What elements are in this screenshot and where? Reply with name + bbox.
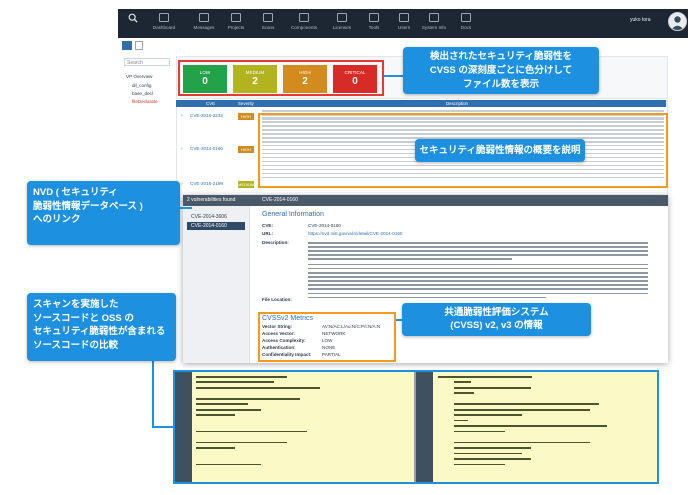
cve-value: CVE-2014-0160 [308,223,341,228]
nav-scans[interactable]: Scans [250,13,286,30]
top-navigation-bar: Dashboard Messages Projects Scans Compon… [118,9,688,38]
callout-code-compare: スキャンを実施した ソースコードと OSS の セキュリティ脆弱性が含まれる ソ… [27,293,176,361]
user-name[interactable]: yuko tora [630,17,651,23]
callout-connector [152,426,174,428]
vulnerability-list-item-selected[interactable]: CVE-2014-0160 [187,222,245,230]
cvss-value: PARTIAL [322,352,341,357]
nav-components[interactable]: Components [286,13,322,30]
dashboard-icon [159,13,169,22]
expand-icon[interactable]: › [181,146,183,152]
table-row-cve[interactable]: CVE-2016-2232 [190,113,223,118]
document-tab-icon[interactable] [135,41,143,50]
callout-connector [180,207,192,209]
detail-header: CVE-2014-0160 [249,195,668,206]
projects-icon [231,13,241,22]
users-icon [399,13,409,22]
expand-icon[interactable]: › [181,113,183,119]
callout-cvss: 共通脆弱性評価システム (CVSS) v2, v3 の情報 [402,303,591,336]
callout-severity-cards: 検出されたセキュリティ脆弱性を CVSS の深刻度ごとに色分けして ファイル数を… [403,47,599,94]
code-compare-highlight [173,370,659,484]
nav-dashboard[interactable]: Dashboard [146,13,182,30]
medium-card[interactable]: MEDIUM 2 [233,65,277,93]
cvss-label: Authentication: [262,345,296,350]
components-icon [299,13,309,22]
severity-badge: HIGH [238,113,254,120]
cvss-value: NETWORK [322,331,346,336]
table-row-cve[interactable]: CVE-2014-0160 [190,146,223,151]
cvss-label: Access Vector: [262,331,295,336]
search-icon[interactable] [128,13,138,23]
cvss-label: Vector String: [262,324,293,329]
tools-icon [369,13,379,22]
cvss-value: AV:N/AC:L/Au:N/C:P/I:N/A:N [322,324,381,329]
vulnerability-list-item[interactable]: CVE-2014-3606 [187,213,245,221]
vulnerability-count: 2 vulnerabilities found [183,195,249,206]
severity-cards-highlight: LOW 0 MEDIUM 2 HIGH 2 CRITICAL 0 [178,60,384,96]
nav-system-info[interactable]: System Info [416,13,452,30]
low-card[interactable]: LOW 0 [183,65,227,93]
critical-card[interactable]: CRITICAL 0 [333,65,377,93]
search-input[interactable]: Search [124,58,170,66]
callout-nvd-link: NVD ( セキュリティ 脆弱性情報データベース ) へのリンク [27,181,180,245]
tree-item[interactable]: fileDeclarate [132,99,158,104]
scans-icon [263,13,273,22]
cvss-value: LOW [322,338,333,343]
high-card[interactable]: HIGH 2 [283,65,327,93]
severity-badge: MEDIUM [238,181,255,188]
callout-connector [384,75,404,77]
licenses-icon [337,13,347,22]
cvss-value: NONE [322,345,336,350]
table-header: CVE Severity Description [176,100,666,107]
nav-docs[interactable]: Docs [448,13,484,30]
callout-connector [152,361,154,427]
expand-icon[interactable]: › [181,181,183,187]
description-body [308,242,648,301]
cvss-label: Confidentiality Impact: [262,352,312,357]
field-label: Description: [262,240,289,245]
nav-projects[interactable]: Projects [218,13,254,30]
callout-description: セキュリティ脆弱性情報の概要を説明 [415,139,585,162]
nav-licenses[interactable]: Licenses [324,13,360,30]
tree-item[interactable]: base_decl [132,91,153,96]
mail-icon [199,13,209,22]
table-row-cve[interactable]: CVE-2016-2199 [190,181,223,186]
tree-item-overview[interactable]: VP Overview [126,74,152,79]
nav-messages[interactable]: Messages [186,13,222,30]
home-tab-icon[interactable] [122,41,132,50]
avatar[interactable] [668,12,687,31]
field-label: CVE: [262,223,273,228]
cvss-metrics-title: CVSSv2 Metrics [262,315,313,322]
severity-badge: HIGH [238,146,254,153]
nvd-link[interactable]: https://nvd.nist.gov/vuln/detail/CVE-201… [308,231,402,236]
docs-icon [461,13,471,22]
file-location-label: File Location: [262,297,292,302]
info-icon [429,13,439,22]
tree-item[interactable]: dil_config [132,83,151,88]
general-information-title: General Information [262,211,324,218]
field-label: URL: [262,231,273,236]
user-icon [671,16,684,30]
cvss-label: Access Complexity: [262,338,306,343]
